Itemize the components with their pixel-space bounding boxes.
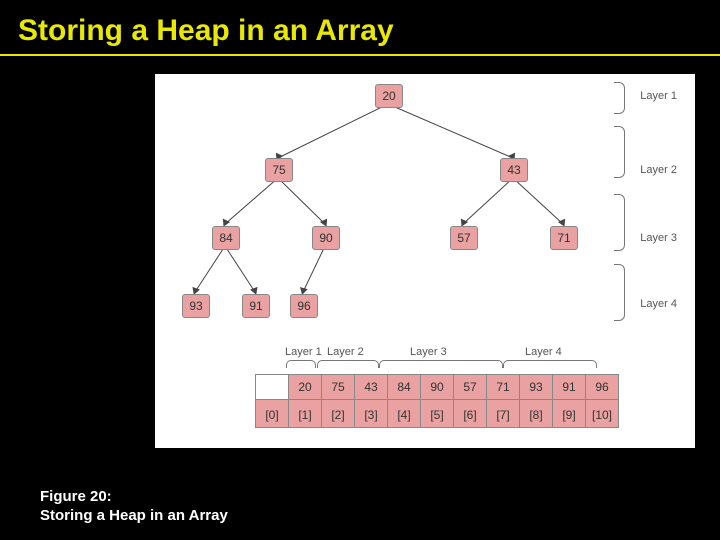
- layer-label: Layer 1: [640, 90, 677, 102]
- group-label: Layer 1: [285, 346, 322, 358]
- heap-node: 96: [290, 294, 318, 318]
- array-index: [10]: [586, 400, 619, 428]
- heap-node: 57: [450, 226, 478, 250]
- figure-panel: 20 75 43 84 90 57 71 93 91 96 Layer 1 La…: [155, 74, 695, 448]
- array-cell: 75: [322, 375, 355, 400]
- heap-node: 93: [182, 294, 210, 318]
- group-brace: [317, 360, 379, 368]
- array-index: [9]: [553, 400, 586, 428]
- group-brace: [379, 360, 503, 368]
- group-brace: [286, 360, 316, 368]
- array-values-row: 20 75 43 84 90 57 71 93 91 96: [256, 375, 619, 400]
- layer-brace: [614, 264, 625, 321]
- array-cell: 57: [454, 375, 487, 400]
- slide: Storing a Heap in an Array 20 75 43 84 9…: [0, 0, 720, 540]
- array-cell: 93: [520, 375, 553, 400]
- array-index: [7]: [487, 400, 520, 428]
- heap-node: 43: [500, 158, 528, 182]
- array-representation: 20 75 43 84 90 57 71 93 91 96 [0] [1] [2…: [255, 374, 619, 428]
- layer-brace: [614, 194, 625, 251]
- group-brace: [503, 360, 597, 368]
- array-cell: 71: [487, 375, 520, 400]
- figure-caption: Figure 20: Storing a Heap in an Array: [40, 488, 228, 526]
- heap-node: 71: [550, 226, 578, 250]
- array-index: [0]: [256, 400, 289, 428]
- array-cell: 43: [355, 375, 388, 400]
- group-label: Layer 4: [525, 346, 562, 358]
- array-index: [4]: [388, 400, 421, 428]
- layer-label: Layer 4: [640, 298, 677, 310]
- heap-node: 75: [265, 158, 293, 182]
- array-cell: 90: [421, 375, 454, 400]
- array-table: 20 75 43 84 90 57 71 93 91 96 [0] [1] [2…: [255, 374, 619, 428]
- array-index: [6]: [454, 400, 487, 428]
- layer-label: Layer 2: [640, 164, 677, 176]
- layer-brace: [614, 82, 625, 114]
- group-label: Layer 3: [410, 346, 447, 358]
- array-index-row: [0] [1] [2] [3] [4] [5] [6] [7] [8] [9] …: [256, 400, 619, 428]
- group-label: Layer 2: [327, 346, 364, 358]
- array-group-labels: Layer 1 Layer 2 Layer 3 Layer 4: [255, 346, 595, 374]
- heap-node: 91: [242, 294, 270, 318]
- array-cell: 91: [553, 375, 586, 400]
- heap-node: 20: [375, 84, 403, 108]
- array-cell: 96: [586, 375, 619, 400]
- caption-line: Figure 20:: [40, 488, 112, 505]
- layer-brace: [614, 126, 625, 178]
- array-cell: 20: [289, 375, 322, 400]
- slide-title: Storing a Heap in an Array: [0, 0, 720, 54]
- array-index: [5]: [421, 400, 454, 428]
- array-cell: 84: [388, 375, 421, 400]
- array-cell: [256, 375, 289, 400]
- heap-node: 90: [312, 226, 340, 250]
- array-index: [2]: [322, 400, 355, 428]
- heap-node: 84: [212, 226, 240, 250]
- title-rule: [0, 54, 720, 56]
- caption-line: Storing a Heap in an Array: [40, 507, 228, 524]
- layer-label: Layer 3: [640, 232, 677, 244]
- array-index: [3]: [355, 400, 388, 428]
- array-index: [1]: [289, 400, 322, 428]
- array-index: [8]: [520, 400, 553, 428]
